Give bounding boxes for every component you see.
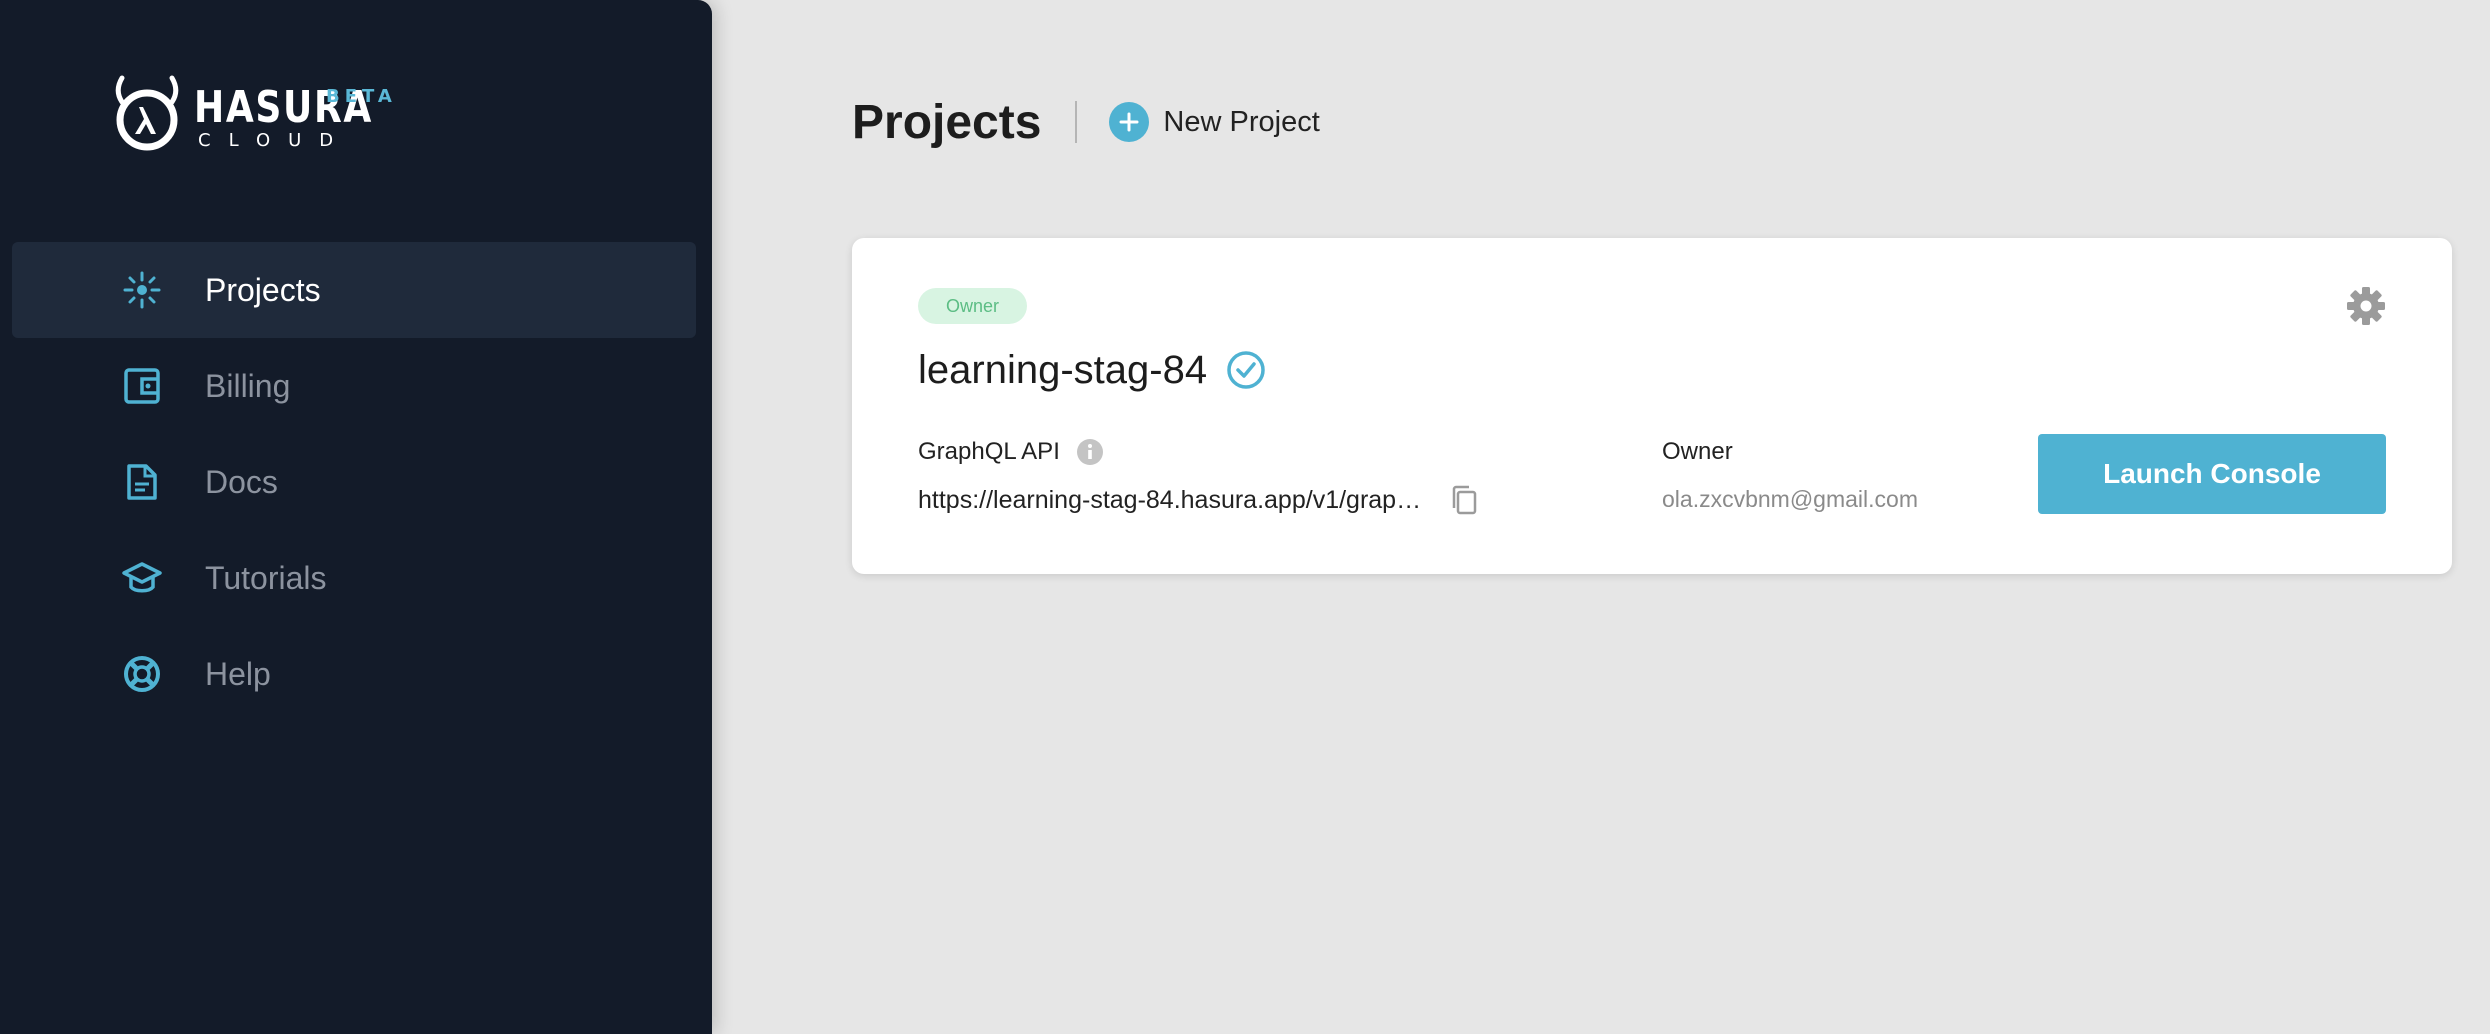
page-title: Projects [852,95,1042,149]
sidebar: HASURA BETA CLOUD Projects Billing Docs … [0,0,712,1034]
role-badge: Owner [918,288,1028,324]
app-root: HASURA BETA CLOUD Projects Billing Docs … [0,0,2490,1034]
document-icon [120,460,164,504]
sidebar-item-billing[interactable]: Billing [12,338,696,434]
page-header: Projects New Project [852,92,1320,152]
logo-beta-badge: BETA [326,86,397,107]
sidebar-item-projects[interactable]: Projects [12,242,696,338]
sidebar-item-help[interactable]: Help [12,626,696,722]
hasura-logo[interactable]: HASURA BETA CLOUD [112,74,394,154]
new-project-button[interactable]: New Project [1109,102,1320,142]
projects-icon [120,268,164,312]
sidebar-item-tutorials[interactable]: Tutorials [12,530,696,626]
sidebar-item-label: Billing [205,367,291,404]
sidebar-item-label: Help [205,655,271,692]
lifebuoy-icon [120,652,164,696]
sidebar-item-label: Projects [205,271,321,308]
graduation-cap-icon [120,556,164,600]
copy-icon[interactable] [1448,484,1480,516]
check-circle-icon [1227,351,1265,389]
plus-icon [1109,102,1150,142]
project-name-row: learning-stag-84 [918,340,1267,400]
sidebar-item-label: Tutorials [205,559,327,596]
logo-product-text: CLOUD [198,130,352,151]
sidebar-item-docs[interactable]: Docs [12,434,696,530]
wallet-icon [120,364,164,408]
owner-email: ola.zxcvbnm@gmail.com [1662,486,1918,512]
project-name: learning-stag-84 [918,347,1208,392]
owner-label: Owner [1662,438,1733,465]
hasura-mascot-icon [115,75,179,151]
graphql-api-label: GraphQL API [918,438,1060,465]
header-divider [1075,101,1078,143]
launch-console-button[interactable]: Launch Console [2038,434,2386,514]
gear-icon[interactable] [2346,286,2386,326]
sidebar-item-label: Docs [205,463,278,500]
api-url-row: https://learning-stag-84.hasura.app/v1/g… [918,484,1480,516]
project-card[interactable]: Owner learning-stag-84 GraphQL API https… [852,238,2452,574]
info-icon[interactable] [1076,438,1104,466]
logo-wordmark: HASURA BETA CLOUD [194,74,394,154]
api-label-row: GraphQL API [918,438,1104,466]
sidebar-nav: Projects Billing Docs Tutorials Help [12,242,696,722]
graphql-api-url: https://learning-stag-84.hasura.app/v1/g… [918,485,1428,514]
new-project-label: New Project [1163,105,1320,138]
